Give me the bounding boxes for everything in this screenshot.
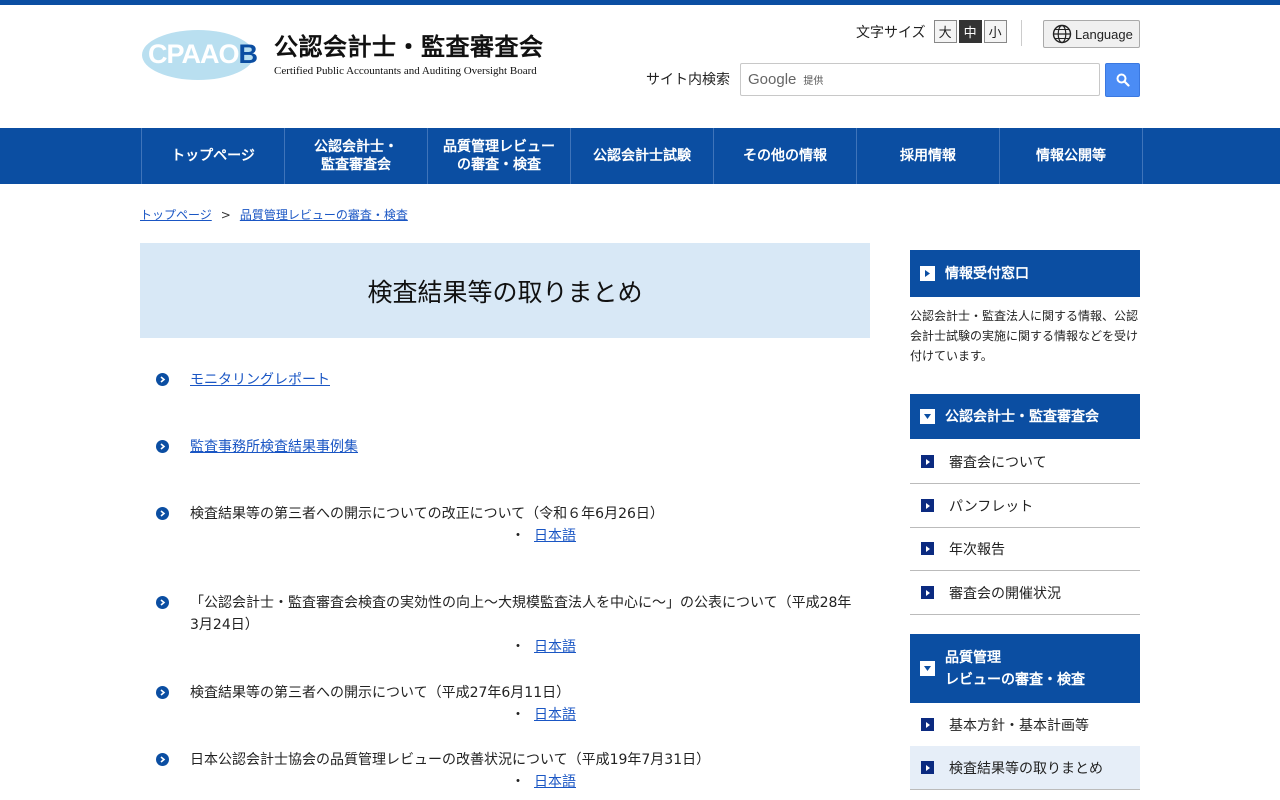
inspection-cases-link[interactable]: 監査事務所検査結果事例集 — [190, 439, 358, 455]
breadcrumb-separator: > — [220, 207, 231, 222]
page-title: 検査結果等の取りまとめ — [367, 277, 643, 307]
sidebar-section-board[interactable]: 公認会計士・監査審査会 — [910, 394, 1140, 439]
list-item: 日本公認会計士協会の品質管理レビューの改善状況について（平成19年7月31日） … — [156, 749, 856, 793]
triangle-right-icon — [921, 499, 934, 512]
sidebar-item-inspection-summary[interactable]: 検査結果等の取りまとめ — [910, 746, 1140, 790]
triangle-right-icon — [921, 455, 934, 468]
sidebar-item-annual-report[interactable]: 年次報告 — [910, 527, 1140, 571]
top-accent-bar — [0, 0, 1280, 5]
entry-text: 検査結果等の第三者への開示についての改正について（令和６年6月26日） — [190, 506, 664, 522]
triangle-down-icon — [920, 661, 935, 676]
font-size-control: 文字サイズ 大 中 小 — [856, 20, 1007, 43]
nav-item-top[interactable]: トップページ — [142, 128, 285, 184]
entry-text: 「公認会計士・監査審査会検査の実効性の向上～大規模監査法人を中心に～」の公表につ… — [190, 595, 852, 633]
list-item: モニタリングレポート — [156, 369, 856, 391]
org-name-en: Certified Public Accountants and Auditin… — [274, 65, 537, 77]
google-logo: Google — [748, 71, 797, 88]
breadcrumb: トップページ > 品質管理レビューの審査・検査 — [140, 206, 408, 223]
search-icon — [1116, 73, 1130, 87]
site-logo[interactable]: CPAAOB 公認会計士・監査審査会 Certified Public Acco… — [142, 28, 544, 82]
search-input[interactable]: Google 提供 — [740, 63, 1100, 96]
font-size-large-button[interactable]: 大 — [933, 20, 957, 43]
triangle-right-icon — [921, 761, 934, 774]
globe-icon — [1052, 24, 1072, 44]
triangle-down-icon — [920, 409, 935, 424]
logo-mark: CPAAOB — [142, 28, 260, 82]
triangle-right-icon — [921, 542, 934, 555]
monitoring-report-link[interactable]: モニタリングレポート — [190, 372, 330, 388]
info-window-description: 公認会計士・監査法人に関する情報、公認会計士試験の実施に関する情報などを受け付け… — [910, 309, 1139, 363]
sidebar-item-basic-policy[interactable]: 基本方針・基本計画等 — [910, 703, 1140, 747]
breadcrumb-home-link[interactable]: トップページ — [140, 206, 212, 223]
info-window-header[interactable]: 情報受付窓口 — [910, 250, 1140, 297]
font-size-label: 文字サイズ — [856, 24, 926, 41]
list-item: 検査結果等の第三者への開示について（平成27年6月11日） ・日本語 — [156, 682, 856, 726]
japanese-link[interactable]: 日本語 — [534, 774, 576, 790]
font-size-medium-button[interactable]: 中 — [958, 20, 982, 43]
nav-item-board[interactable]: 公認会計士・ 監査審査会 — [285, 128, 428, 184]
global-nav: トップページ 公認会計士・ 監査審査会 品質管理レビュー の審査・検査 公認会計… — [0, 128, 1280, 184]
google-provided-label: 提供 — [803, 76, 824, 87]
list-item: 「公認会計士・監査審査会検査の実効性の向上～大規模監査法人を中心に～」の公表につ… — [156, 592, 856, 658]
search-button[interactable] — [1105, 63, 1140, 97]
font-size-small-button[interactable]: 小 — [983, 20, 1007, 43]
breadcrumb-current-link[interactable]: 品質管理レビューの審査・検査 — [240, 206, 408, 223]
triangle-right-icon — [920, 266, 935, 281]
chevron-right-icon — [156, 440, 169, 453]
sidebar-item-meetings[interactable]: 審査会の開催状況 — [910, 571, 1140, 615]
header-divider — [1021, 20, 1022, 46]
japanese-link[interactable]: 日本語 — [534, 639, 576, 655]
chevron-right-icon — [156, 753, 169, 766]
japanese-link[interactable]: 日本語 — [534, 707, 576, 723]
chevron-right-icon — [156, 596, 169, 609]
page-title-box: 検査結果等の取りまとめ — [140, 243, 870, 338]
entry-text: 検査結果等の第三者への開示について（平成27年6月11日） — [190, 685, 571, 701]
entry-text: 日本公認会計士協会の品質管理レビューの改善状況について（平成19年7月31日） — [190, 752, 711, 768]
nav-item-other-info[interactable]: その他の情報 — [714, 128, 857, 184]
nav-item-quality-review[interactable]: 品質管理レビュー の審査・検査 — [428, 128, 571, 184]
nav-item-disclosure[interactable]: 情報公開等 — [1000, 128, 1143, 184]
chevron-right-icon — [156, 507, 169, 520]
japanese-link[interactable]: 日本語 — [534, 528, 576, 544]
nav-item-recruit[interactable]: 採用情報 — [857, 128, 1000, 184]
chevron-right-icon — [156, 686, 169, 699]
org-name-jp: 公認会計士・監査審査会 — [274, 33, 544, 61]
sidebar-item-pamphlet[interactable]: パンフレット — [910, 484, 1140, 528]
triangle-right-icon — [921, 586, 934, 599]
sidebar-section-quality-review[interactable]: 品質管理 レビューの審査・検査 — [910, 634, 1140, 703]
sidebar-item-about[interactable]: 審査会について — [910, 440, 1140, 484]
nav-item-exam[interactable]: 公認会計士試験 — [571, 128, 714, 184]
list-item: 監査事務所検査結果事例集 — [156, 436, 856, 458]
site-search-label: サイト内検索 — [646, 72, 730, 88]
language-button[interactable]: Language — [1043, 20, 1140, 48]
list-item: 検査結果等の第三者への開示についての改正について（令和６年6月26日） ・日本語 — [156, 503, 856, 547]
chevron-right-icon — [156, 373, 169, 386]
language-label: Language — [1075, 26, 1133, 42]
triangle-right-icon — [921, 718, 934, 731]
